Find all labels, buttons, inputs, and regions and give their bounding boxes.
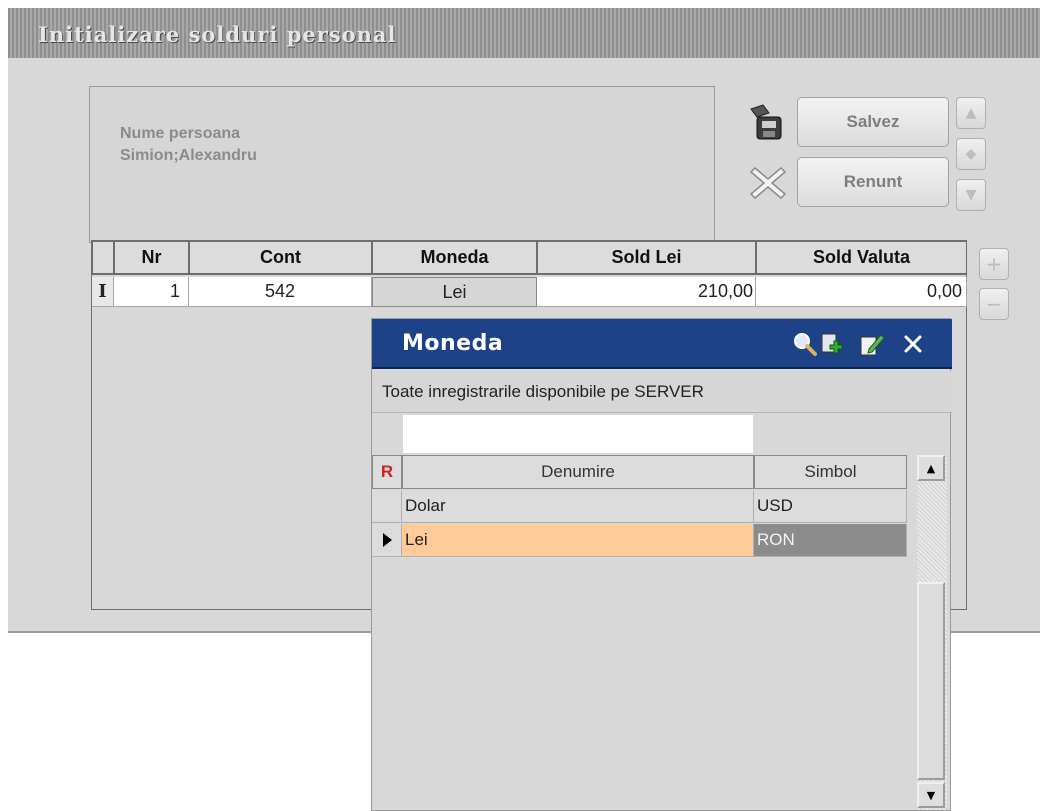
current-row-arrow-icon: [372, 524, 402, 557]
currency-name[interactable]: Dolar: [402, 490, 754, 523]
popup-title: Moneda: [402, 331, 504, 356]
window-title: Initializare solduri personal: [38, 22, 397, 47]
popup-header-marker[interactable]: R: [372, 455, 402, 489]
add-record-icon[interactable]: [818, 331, 846, 359]
save-icon[interactable]: [743, 103, 787, 143]
row-marker: [372, 490, 402, 523]
scroll-down-button[interactable]: ▼: [917, 782, 945, 808]
row-indicator: I: [92, 277, 114, 307]
edit-icon[interactable]: [858, 331, 886, 359]
cell-nr[interactable]: 1: [114, 277, 189, 307]
person-name: Simion;Alexandru: [120, 147, 257, 164]
grid-header-cont[interactable]: Cont: [189, 241, 372, 275]
currency-name[interactable]: Lei: [402, 524, 754, 557]
close-icon[interactable]: [900, 331, 926, 357]
cancel-icon[interactable]: [748, 163, 788, 203]
list-item-selected[interactable]: Lei RON: [372, 524, 907, 558]
currency-symbol[interactable]: USD: [754, 490, 907, 523]
search-icon[interactable]: [792, 331, 818, 357]
list-item[interactable]: Dolar USD: [372, 490, 907, 524]
currency-symbol[interactable]: RON: [754, 524, 907, 557]
cancel-button[interactable]: Renunt: [797, 157, 949, 207]
popup-header-simbol[interactable]: Simbol: [754, 455, 907, 489]
cell-moneda[interactable]: Lei: [372, 277, 537, 307]
title-bar: Initializare solduri personal: [8, 8, 1040, 58]
add-row-button[interactable]: +: [979, 248, 1009, 280]
grid-header-nr[interactable]: Nr: [114, 241, 189, 275]
popup-title-bar: Moneda: [372, 319, 952, 369]
move-down-button[interactable]: ▼: [956, 179, 986, 211]
save-button[interactable]: Salvez: [797, 97, 949, 147]
grid-header-sold-valuta[interactable]: Sold Valuta: [756, 241, 967, 275]
popup-description: Toate inregistrarile disponibile pe SERV…: [372, 371, 952, 413]
search-input[interactable]: [403, 415, 753, 453]
remove-row-button[interactable]: −: [979, 288, 1009, 320]
cell-sold-lei[interactable]: 210,00: [537, 277, 756, 307]
grid-header-sold-lei[interactable]: Sold Lei: [537, 241, 756, 275]
person-panel: Nume persoana Simion;Alexandru: [89, 86, 715, 243]
grid-header-indicator: [92, 241, 114, 275]
person-label: Nume persoana: [120, 125, 241, 142]
scroll-thumb[interactable]: [917, 582, 945, 780]
popup-header-denumire[interactable]: Denumire: [402, 455, 754, 489]
cell-cont[interactable]: 542: [189, 277, 372, 307]
cell-sold-valuta[interactable]: 0,00: [756, 277, 967, 307]
moneda-popup: Moneda Toate inregistrarile disponibile …: [371, 318, 952, 811]
center-button[interactable]: ◆: [956, 138, 986, 170]
move-up-button[interactable]: ▲: [956, 97, 986, 129]
table-row[interactable]: I 1 542 Lei 210,00 0,00: [92, 277, 967, 307]
popup-scrollbar[interactable]: ▲ ▼: [917, 455, 947, 810]
scroll-up-button[interactable]: ▲: [917, 455, 945, 481]
grid-header-moneda[interactable]: Moneda: [372, 241, 537, 275]
